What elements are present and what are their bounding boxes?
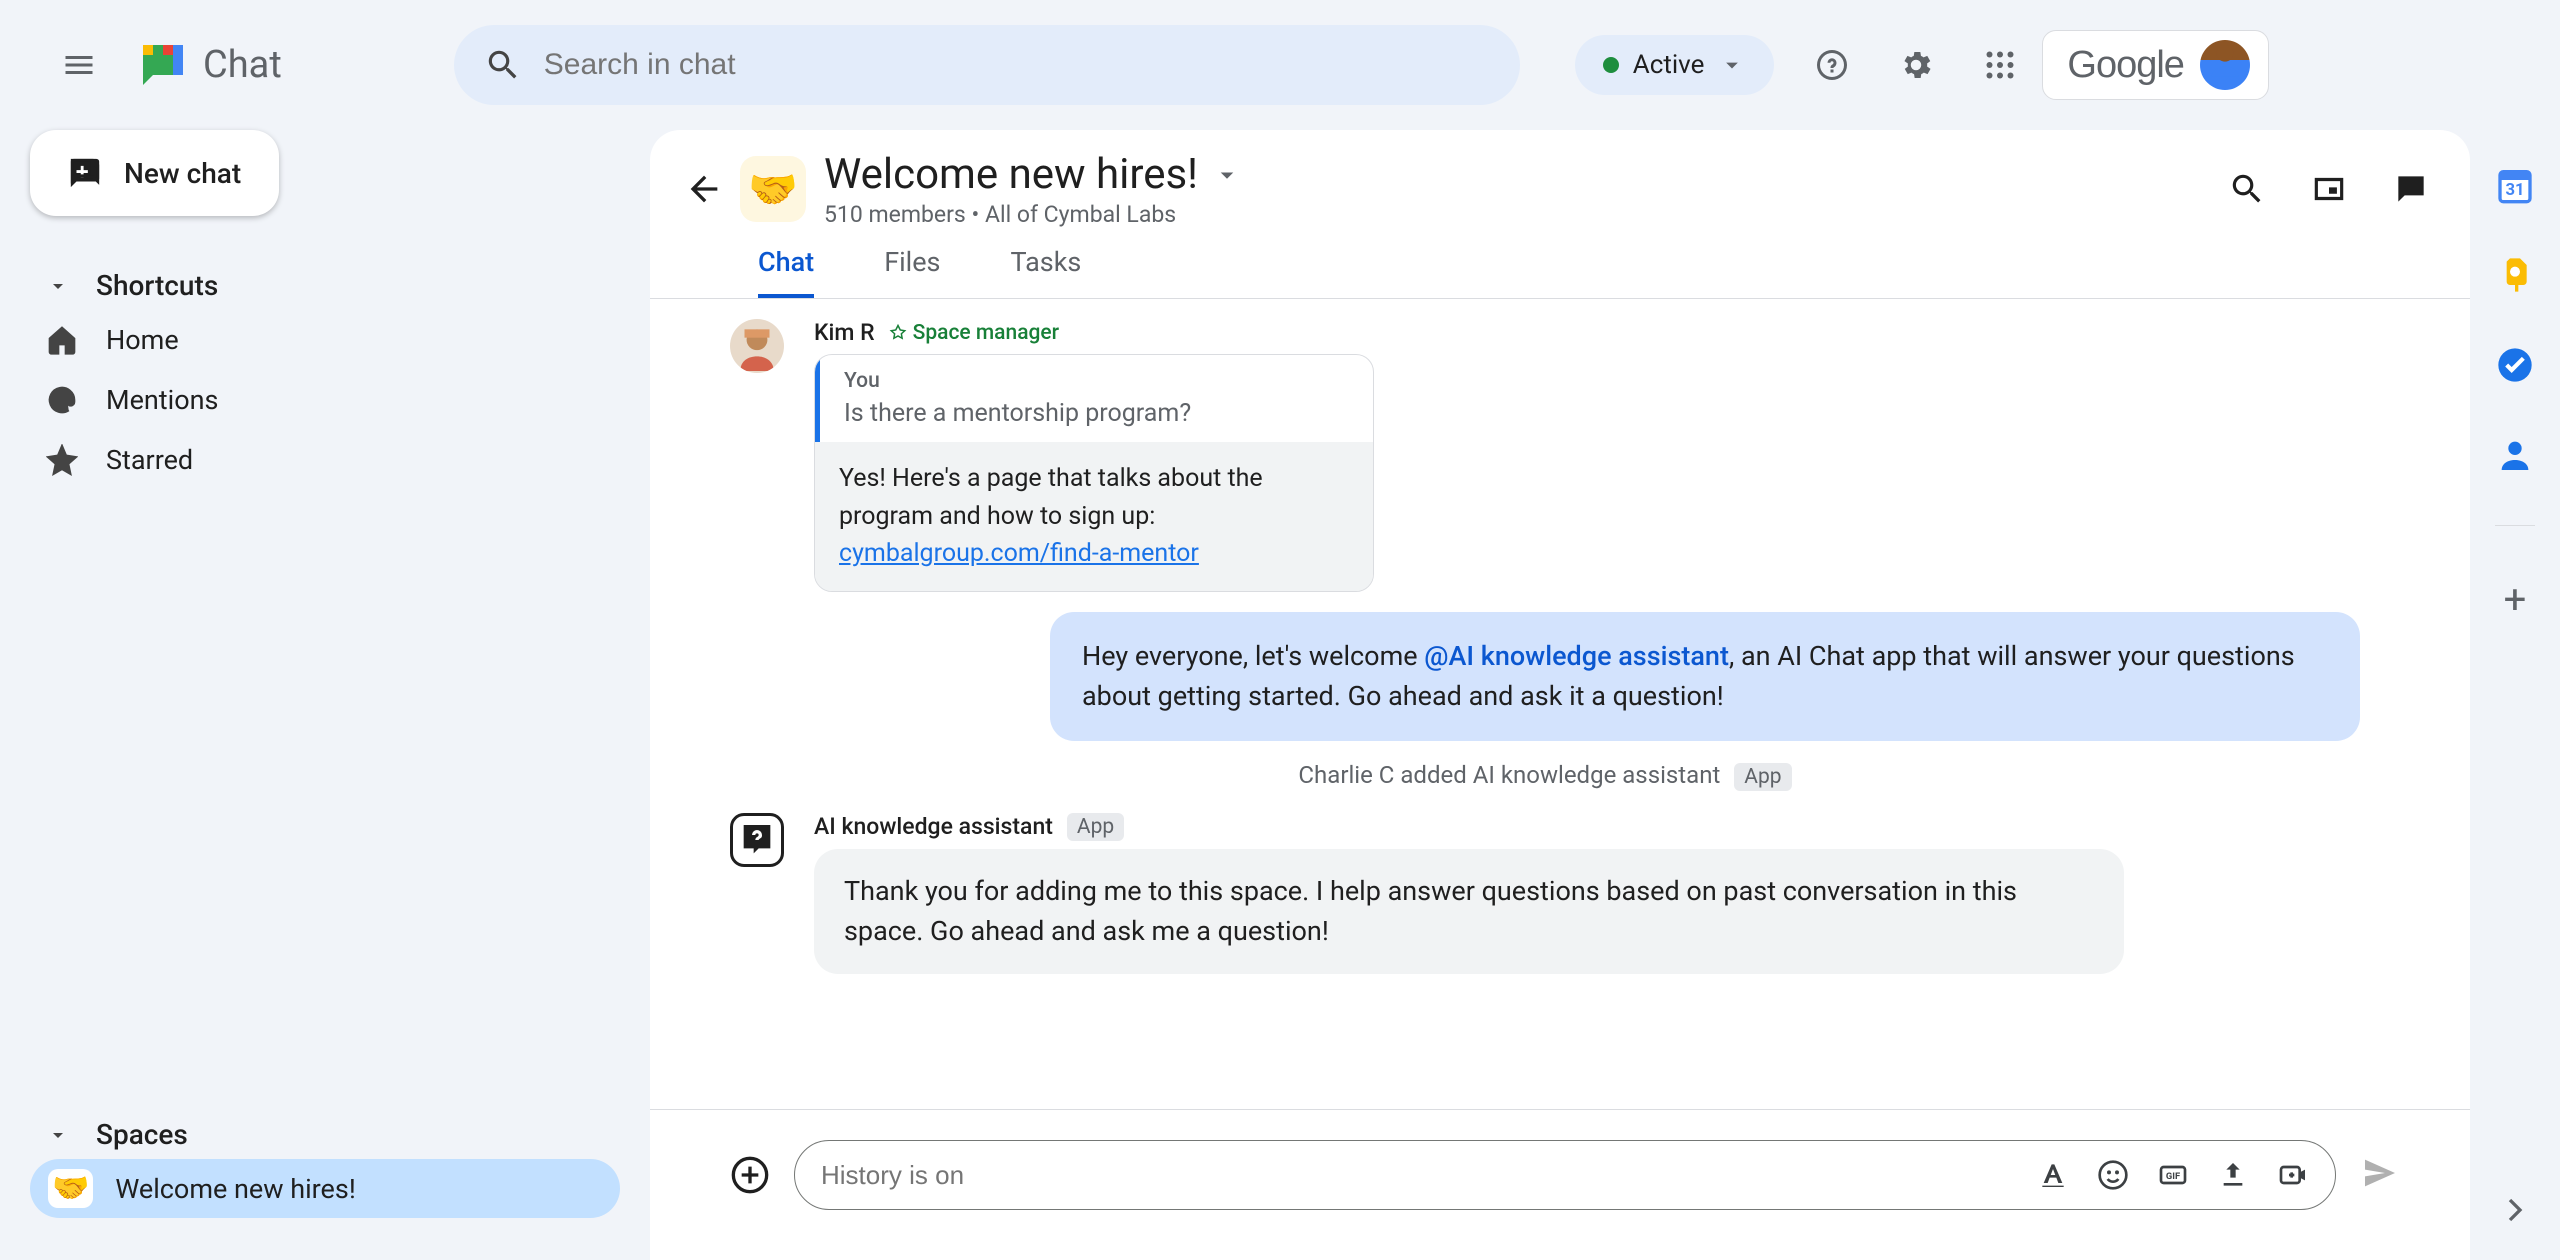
nav-home[interactable]: Home (30, 310, 620, 370)
app-logo: Chat (133, 35, 282, 95)
chevron-down-icon (1718, 51, 1746, 79)
search-icon (484, 46, 522, 84)
mentor-link[interactable]: cymbalgroup.com/find-a-mentor (839, 539, 1199, 568)
message-self: Hey everyone, let's welcome @AI knowledg… (1050, 612, 2360, 741)
app-name: Chat (203, 43, 282, 87)
message-list: Kim R Space manager You Is there a mento… (650, 299, 2470, 1109)
tab-files[interactable]: Files (884, 246, 940, 298)
room-emoji-icon: 🤝 (740, 156, 806, 222)
back-button[interactable] (684, 169, 724, 209)
message-ai: AI knowledge assistant App Thank you for… (730, 813, 2360, 974)
format-icon[interactable] (2037, 1159, 2069, 1191)
chat-logo-icon (133, 35, 193, 95)
spaces-label: Spaces (96, 1118, 188, 1151)
system-message: Charlie C added AI knowledge assistant A… (730, 761, 2360, 789)
main-menu-button[interactable] (55, 41, 103, 89)
left-sidebar: New chat Shortcuts Home Mentions Starred… (0, 130, 650, 1260)
home-icon (46, 324, 78, 356)
new-chat-icon (68, 156, 102, 190)
space-manager-badge: Space manager (889, 321, 1059, 345)
tasks-icon[interactable] (2495, 345, 2535, 385)
new-chat-label: New chat (124, 157, 241, 190)
upload-icon[interactable] (2217, 1159, 2249, 1191)
search-bar[interactable] (454, 25, 1520, 105)
status-dot-icon (1603, 57, 1619, 73)
app-badge: App (1067, 813, 1124, 841)
main-panel: 🤝 Welcome new hires! 510 members • All o… (650, 130, 2470, 1260)
room-title[interactable]: Welcome new hires! (824, 150, 1242, 199)
account-switcher[interactable]: Google (2042, 30, 2269, 100)
tab-tasks[interactable]: Tasks (1011, 246, 1082, 298)
sender-name: Kim R (814, 319, 875, 346)
meet-icon[interactable] (2277, 1159, 2309, 1191)
send-button[interactable] (2360, 1153, 2400, 1197)
tab-chat[interactable]: Chat (758, 246, 814, 298)
gif-icon[interactable]: GIF (2157, 1159, 2189, 1191)
spaces-header[interactable]: Spaces (30, 1110, 620, 1159)
contacts-icon[interactable] (2495, 435, 2535, 475)
calendar-icon[interactable]: 31 (2495, 165, 2535, 205)
quote-text: Is there a mentorship program? (844, 399, 1349, 428)
room-header: 🤝 Welcome new hires! 510 members • All o… (650, 130, 2470, 228)
nav-starred[interactable]: Starred (30, 430, 620, 490)
nav-starred-label: Starred (106, 444, 193, 476)
caret-down-icon (46, 1123, 70, 1147)
top-icon-group (1814, 47, 2018, 83)
ai-message-body: Thank you for adding me to this space. I… (814, 849, 2124, 974)
space-item-welcome[interactable]: 🤝 Welcome new hires! (30, 1159, 620, 1218)
nav-mentions-label: Mentions (106, 384, 218, 416)
status-selector[interactable]: Active (1575, 35, 1775, 95)
google-logo-text: Google (2067, 44, 2184, 87)
nav-home-label: Home (106, 324, 179, 356)
chevron-down-icon (1212, 160, 1242, 190)
caret-down-icon (46, 274, 70, 298)
quote-author: You (844, 369, 1349, 393)
svg-text:GIF: GIF (2166, 1171, 2180, 1182)
expand-panel-icon[interactable] (2495, 1190, 2535, 1230)
sender-name: AI knowledge assistant (814, 813, 1053, 840)
emoji-icon[interactable] (2097, 1159, 2129, 1191)
divider (2495, 525, 2535, 526)
nav-mentions[interactable]: Mentions (30, 370, 620, 430)
help-icon[interactable] (1814, 47, 1850, 83)
question-box-icon (737, 820, 777, 860)
svg-text:31: 31 (2505, 181, 2524, 200)
avatar-kim[interactable] (730, 319, 784, 373)
space-item-label: Welcome new hires! (115, 1173, 355, 1205)
send-icon (2360, 1153, 2400, 1193)
add-attachment-button[interactable] (730, 1155, 770, 1195)
shortcuts-label: Shortcuts (96, 269, 218, 302)
apps-icon[interactable] (1982, 47, 2018, 83)
message-input[interactable] (821, 1160, 2029, 1191)
composer-box[interactable]: GIF (794, 1140, 2336, 1210)
user-avatar[interactable] (2200, 40, 2250, 90)
pip-icon[interactable] (2310, 170, 2348, 208)
room-tabs: Chat Files Tasks (650, 228, 2470, 299)
composer: GIF (650, 1109, 2470, 1260)
reply-text: Yes! Here's a page that talks about the … (815, 442, 1373, 591)
keep-icon[interactable] (2495, 255, 2535, 295)
search-input[interactable] (544, 48, 1490, 82)
top-bar: Chat Active Google (0, 0, 2560, 130)
avatar-ai[interactable] (730, 813, 784, 867)
app-badge: App (1734, 763, 1791, 791)
thread-icon[interactable] (2392, 170, 2430, 208)
hamburger-icon (61, 47, 97, 83)
status-label: Active (1633, 50, 1705, 80)
add-on-button[interactable]: + (2504, 576, 2527, 623)
settings-icon[interactable] (1898, 47, 1934, 83)
room-search-icon[interactable] (2228, 170, 2266, 208)
quoted-reply-card: You Is there a mentorship program? Yes! … (814, 354, 1374, 592)
space-emoji-icon: 🤝 (48, 1169, 93, 1208)
mention-ai[interactable]: @AI knowledge assistant (1424, 640, 1729, 672)
at-icon (46, 384, 78, 416)
star-icon (46, 444, 78, 476)
room-subtitle: 510 members • All of Cymbal Labs (824, 201, 1242, 228)
shortcuts-header[interactable]: Shortcuts (30, 261, 620, 310)
side-panel: 31 + (2470, 145, 2560, 1260)
new-chat-button[interactable]: New chat (30, 130, 279, 216)
message-kim: Kim R Space manager You Is there a mento… (730, 319, 2360, 592)
